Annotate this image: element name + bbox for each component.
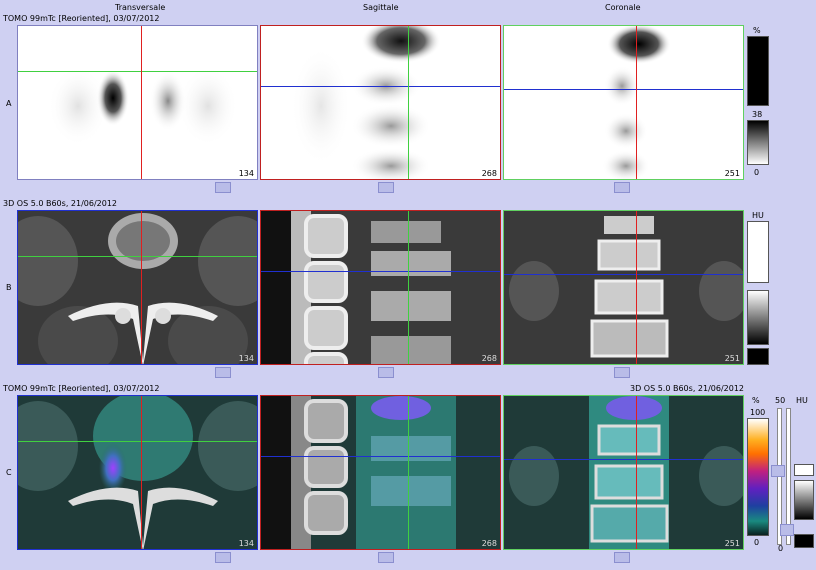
- header-coronale: Coronale: [605, 3, 641, 12]
- crosshair-vertical[interactable]: [408, 396, 409, 549]
- slice-number: 134: [238, 169, 254, 178]
- window-slider-thumb[interactable]: [780, 524, 794, 536]
- slice-number: 268: [481, 354, 497, 363]
- scale-c-color-gradient[interactable]: [747, 418, 769, 536]
- scale-c-hu-gradient[interactable]: [794, 480, 814, 520]
- crosshair-horizontal[interactable]: [261, 86, 500, 87]
- header-transversale: Transversale: [115, 3, 166, 12]
- crosshair-vertical[interactable]: [408, 211, 409, 364]
- crosshair-vertical[interactable]: [141, 396, 142, 549]
- slider-c-transversale[interactable]: [215, 552, 231, 563]
- panel-a-coronale[interactable]: 251: [503, 25, 744, 180]
- crosshair-horizontal[interactable]: [261, 456, 500, 457]
- slider-b-sagittale[interactable]: [378, 367, 394, 378]
- scale-a-min: 0: [754, 168, 760, 177]
- ct-transversal-image: [18, 213, 257, 364]
- slider-a-transversale[interactable]: [215, 182, 231, 193]
- row-a-series-label: TOMO 99mTc [Reoriented], 03/07/2012: [3, 14, 160, 23]
- crosshair-horizontal[interactable]: [18, 71, 257, 72]
- crosshair-horizontal[interactable]: [261, 271, 500, 272]
- row-b-label: B: [6, 283, 12, 292]
- crosshair-horizontal[interactable]: [504, 459, 743, 460]
- spect-coronal-image: [602, 26, 671, 179]
- scale-c-hu-black: [794, 534, 814, 548]
- scale-c-max-pct: 100: [750, 408, 766, 417]
- crosshair-horizontal[interactable]: [18, 441, 257, 442]
- slider-c-sagittale[interactable]: [378, 552, 394, 563]
- ct-coronal-image: [509, 216, 743, 358]
- scale-a-max: 38: [752, 110, 763, 119]
- crosshair-vertical[interactable]: [636, 26, 637, 179]
- ct-sagittal-image: [261, 211, 451, 364]
- slice-number: 134: [238, 539, 254, 548]
- slider-a-sagittale[interactable]: [378, 182, 394, 193]
- row-c-series-label-right: 3D OS 5.0 B60s, 21/06/2012: [630, 384, 745, 393]
- slice-number: 268: [481, 169, 497, 178]
- panel-c-coronale[interactable]: 251: [503, 395, 744, 550]
- slider-b-transversale[interactable]: [215, 367, 231, 378]
- scale-c-value: 50: [775, 396, 786, 405]
- scale-a-unit: %: [753, 26, 761, 35]
- crosshair-vertical[interactable]: [141, 26, 142, 179]
- slider-b-coronale[interactable]: [614, 367, 630, 378]
- panel-a-sagittale[interactable]: 268: [260, 25, 501, 180]
- crosshair-horizontal[interactable]: [504, 89, 743, 90]
- slice-number: 268: [481, 539, 497, 548]
- row-c-label: C: [6, 468, 12, 477]
- slider-c-coronale[interactable]: [614, 552, 630, 563]
- scale-a-gradient[interactable]: [747, 120, 769, 165]
- crosshair-vertical[interactable]: [636, 211, 637, 364]
- slice-number: 134: [238, 354, 254, 363]
- fused-coronal-image: [509, 396, 743, 549]
- slider-a-coronale[interactable]: [614, 182, 630, 193]
- scale-c-unit-hu: HU: [796, 396, 808, 405]
- panel-c-transversale[interactable]: 134: [17, 395, 258, 550]
- panel-a-transversale[interactable]: 134: [17, 25, 258, 180]
- panel-b-sagittale[interactable]: 268: [260, 210, 501, 365]
- crosshair-vertical[interactable]: [408, 26, 409, 179]
- scale-b-black-bar: [747, 348, 769, 365]
- scale-b-gradient[interactable]: [747, 290, 769, 345]
- scale-c-hu-white: [794, 464, 814, 476]
- crosshair-vertical[interactable]: [636, 396, 637, 549]
- crosshair-vertical[interactable]: [141, 211, 142, 364]
- panel-c-sagittale[interactable]: 268: [260, 395, 501, 550]
- fused-sagittal-image: [261, 396, 456, 549]
- slice-number: 251: [724, 354, 740, 363]
- panel-b-coronale[interactable]: 251: [503, 210, 744, 365]
- spect-transversal-image: [48, 66, 238, 146]
- fused-transversal-image: [18, 396, 257, 549]
- slice-number: 251: [724, 539, 740, 548]
- scale-c-unit-pct: %: [752, 396, 760, 405]
- row-b-series-label: 3D OS 5.0 B60s, 21/06/2012: [3, 199, 118, 208]
- crosshair-horizontal[interactable]: [18, 256, 257, 257]
- scale-b-unit: HU: [752, 211, 764, 220]
- row-c-series-label-left: TOMO 99mTc [Reoriented], 03/07/2012: [3, 384, 160, 393]
- scale-c-min-pct: 0: [754, 538, 760, 547]
- panel-b-transversale[interactable]: 134: [17, 210, 258, 365]
- slice-number: 251: [724, 169, 740, 178]
- row-a-label: A: [6, 99, 12, 108]
- crosshair-horizontal[interactable]: [504, 274, 743, 275]
- spect-sagittal-image: [291, 26, 441, 179]
- scale-a-black-bar: [747, 36, 769, 106]
- header-sagittale: Sagittale: [363, 3, 399, 12]
- scale-c-min-hu: 0: [778, 544, 784, 553]
- blend-slider-thumb[interactable]: [771, 465, 785, 477]
- scale-b-white-bar: [747, 221, 769, 283]
